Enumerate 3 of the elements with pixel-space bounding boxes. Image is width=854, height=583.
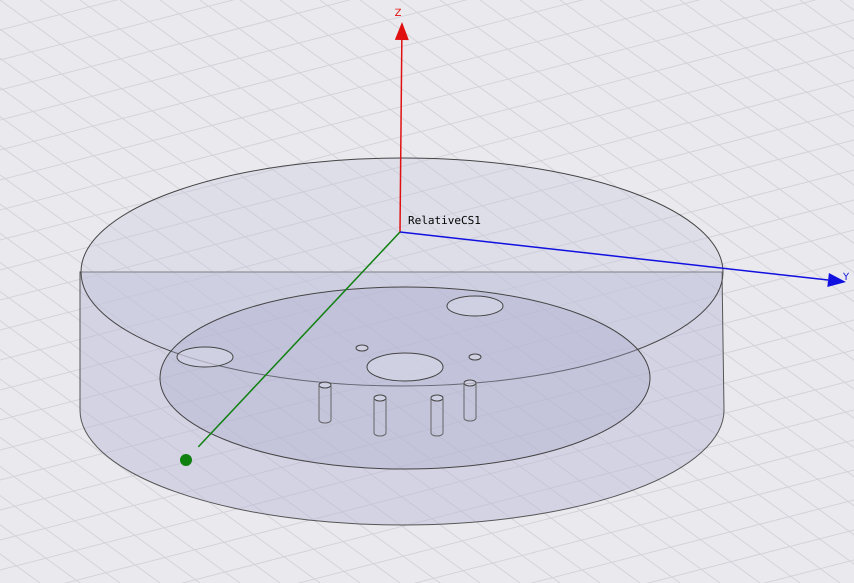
coordinate-system-label: RelativeCS1 [408, 214, 481, 227]
axis-label: Y [842, 272, 850, 283]
axis-label: Z [394, 8, 402, 19]
